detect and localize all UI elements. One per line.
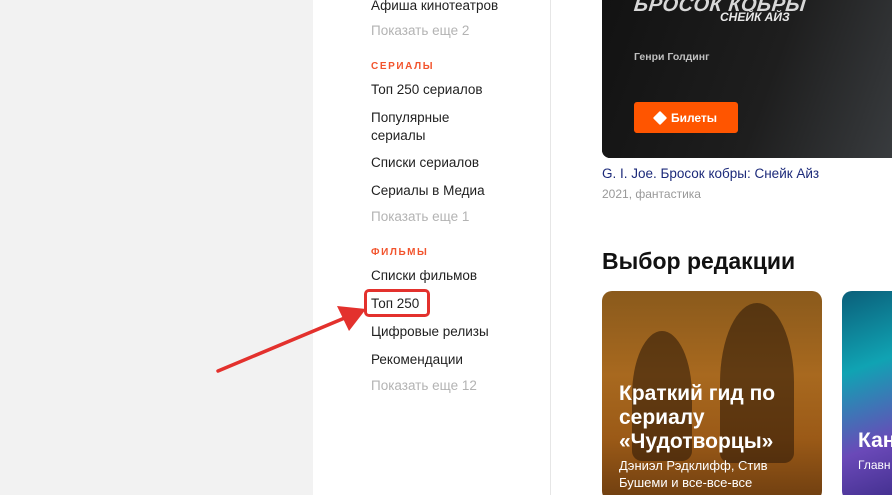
editors-card-description: Главн с фес	[858, 458, 892, 472]
sidebar-nav: Афиша кинотеатров Показать еще 2 СЕРИАЛЫ…	[313, 0, 551, 495]
sidebar-item-series-media[interactable]: Сериалы в Медиа	[371, 182, 541, 200]
editors-card-title: Кан	[858, 429, 892, 452]
movie-meta: 2021, фантастика	[602, 187, 701, 201]
editors-choice-heading: Выбор редакции	[602, 248, 796, 274]
sidebar-item-recommendations[interactable]: Рекомендации	[371, 351, 541, 369]
poster-subtitle: СНЕЙК АЙЗ	[720, 10, 790, 24]
sidebar-item-film-lists[interactable]: Списки фильмов	[371, 267, 541, 285]
sidebar-item-series-lists[interactable]: Списки сериалов	[371, 154, 541, 172]
editors-card[interactable]: Кан Главн с фес	[842, 291, 892, 495]
sidebar-show-more-2[interactable]: Показать еще 2	[371, 22, 541, 40]
movie-title-link[interactable]: G. I. Joe. Бросок кобры: Снейк Айз	[602, 166, 819, 181]
page-content: Афиша кинотеатров Показать еще 2 СЕРИАЛЫ…	[313, 0, 892, 495]
sidebar-item-afisha[interactable]: Афиша кинотеатров	[371, 0, 541, 15]
editors-card[interactable]: Краткий гид по сериалу «Чудотворцы» Дэни…	[602, 291, 822, 495]
ticket-icon	[652, 110, 668, 125]
tickets-button[interactable]: Билеты	[634, 102, 738, 133]
tickets-button-label: Билеты	[670, 110, 718, 125]
section-label-films: ФИЛЬМЫ	[371, 247, 429, 258]
section-label-series: СЕРИАЛЫ	[371, 61, 435, 72]
editors-card-description: Дэниэл Рэдклифф, Стив Бушеми и все-все-в…	[619, 458, 768, 490]
sidebar-show-more-12[interactable]: Показать еще 12	[371, 377, 541, 395]
sidebar-item-top250-series[interactable]: Топ 250 сериалов	[371, 81, 541, 99]
sidebar-item-popular-series[interactable]: Популярные сериалы	[371, 109, 471, 145]
sidebar-item-digital-releases[interactable]: Цифровые релизы	[371, 323, 541, 341]
editors-card-title: Краткий гид по сериалу «Чудотворцы»	[619, 382, 776, 453]
highlight-box	[364, 289, 430, 317]
left-gutter	[0, 0, 313, 495]
sidebar-show-more-1[interactable]: Показать еще 1	[371, 208, 541, 226]
featured-poster[interactable]: БРОСОК КОБРЫ СНЕЙК АЙЗ Генри Голдинг Бил…	[602, 0, 892, 158]
poster-actor: Генри Голдинг	[634, 51, 710, 63]
